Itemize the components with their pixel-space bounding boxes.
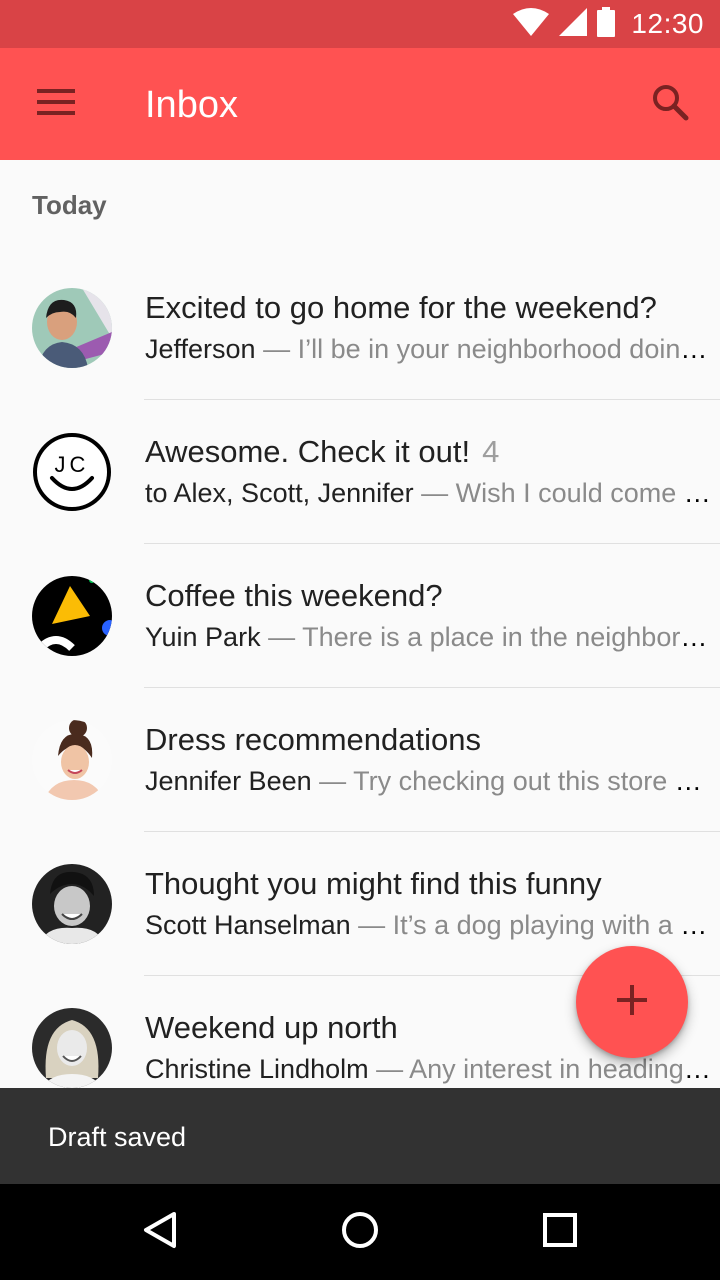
plus-icon [617,984,647,1020]
email-preview: — Try checking out this store downtown [319,766,714,796]
email-sender: Jefferson [145,334,256,364]
email-recipients: to Alex, Scott, Jennifer [145,478,414,508]
email-subject: Awesome. Check it out! 4 [145,434,500,469]
email-snippet: Yuin Park — There is a place in the neig… [145,622,714,653]
recents-icon [543,1212,577,1252]
snackbar-text: Draft saved [48,1122,187,1152]
email-snippet: Christine Lindholm — Any interest in hea… [145,1054,714,1085]
back-button[interactable] [136,1208,184,1256]
snackbar: Draft saved [0,1088,720,1184]
menu-button[interactable] [20,84,92,124]
email-item[interactable]: Coffee this weekend? Yuin Park — There i… [0,544,720,688]
signal-icon [559,7,588,41]
recents-button[interactable] [536,1208,584,1256]
status-time: 12:30 [631,8,704,39]
status-icons: 12:30 [513,0,704,48]
email-subject: Excited to go home for the weekend? [145,290,657,325]
avatar [32,288,112,368]
home-icon [341,1211,379,1254]
menu-icon [37,88,75,120]
back-icon [142,1211,178,1254]
email-subject: Dress recommendations [145,722,481,757]
email-item[interactable]: Dress recommendations Jennifer Been — Tr… [0,688,720,832]
battery-icon [597,6,616,42]
search-icon [651,83,689,126]
email-subject: Coffee this weekend? [145,578,443,613]
avatar [32,576,112,656]
email-sender: Scott Hanselman [145,910,351,940]
email-subject: Thought you might find this funny [145,866,602,901]
section-header-today: Today [32,190,107,220]
email-item[interactable]: JC Awesome. Check it out! 4 to Alex, Scot… [0,400,720,544]
wifi-icon [513,7,550,41]
app-bar: Inbox [0,48,720,160]
avatar: JC [32,432,112,512]
email-snippet: Scott Hanselman — It’s a dog playing wit… [145,910,714,941]
email-snippet: to Alex, Scott, Jennifer — Wish I could … [145,478,714,509]
email-preview: — Wish I could come but I'm out of town [421,478,714,508]
status-bar: 12:30 [0,0,720,48]
email-item[interactable]: Excited to go home for the weekend? Jeff… [0,256,720,400]
email-sender: Jennifer Been [145,766,312,796]
avatar [32,1008,112,1088]
email-sender: Yuin Park [145,622,261,652]
page-title: Inbox [145,84,238,126]
search-button[interactable] [646,80,694,128]
compose-button[interactable] [576,946,688,1058]
avatar [32,864,112,944]
email-snippet: Jennifer Been — Try checking out this st… [145,766,714,797]
email-preview: — I’ll be in your neighborhood doing err… [263,334,714,364]
email-snippet: Jefferson — I’ll be in your neighborhood… [145,334,714,365]
avatar [32,720,112,800]
system-nav-bar [0,1184,720,1280]
email-preview: — Any interest in heading up north this … [376,1054,714,1084]
email-preview: — There is a place in the neighborhood w… [268,622,714,652]
svg-text:JC: JC [55,452,90,477]
home-button[interactable] [336,1208,384,1256]
email-sender: Christine Lindholm [145,1054,369,1084]
email-preview: — It’s a dog playing with a ball [350,910,714,940]
thread-count: 4 [482,434,500,469]
